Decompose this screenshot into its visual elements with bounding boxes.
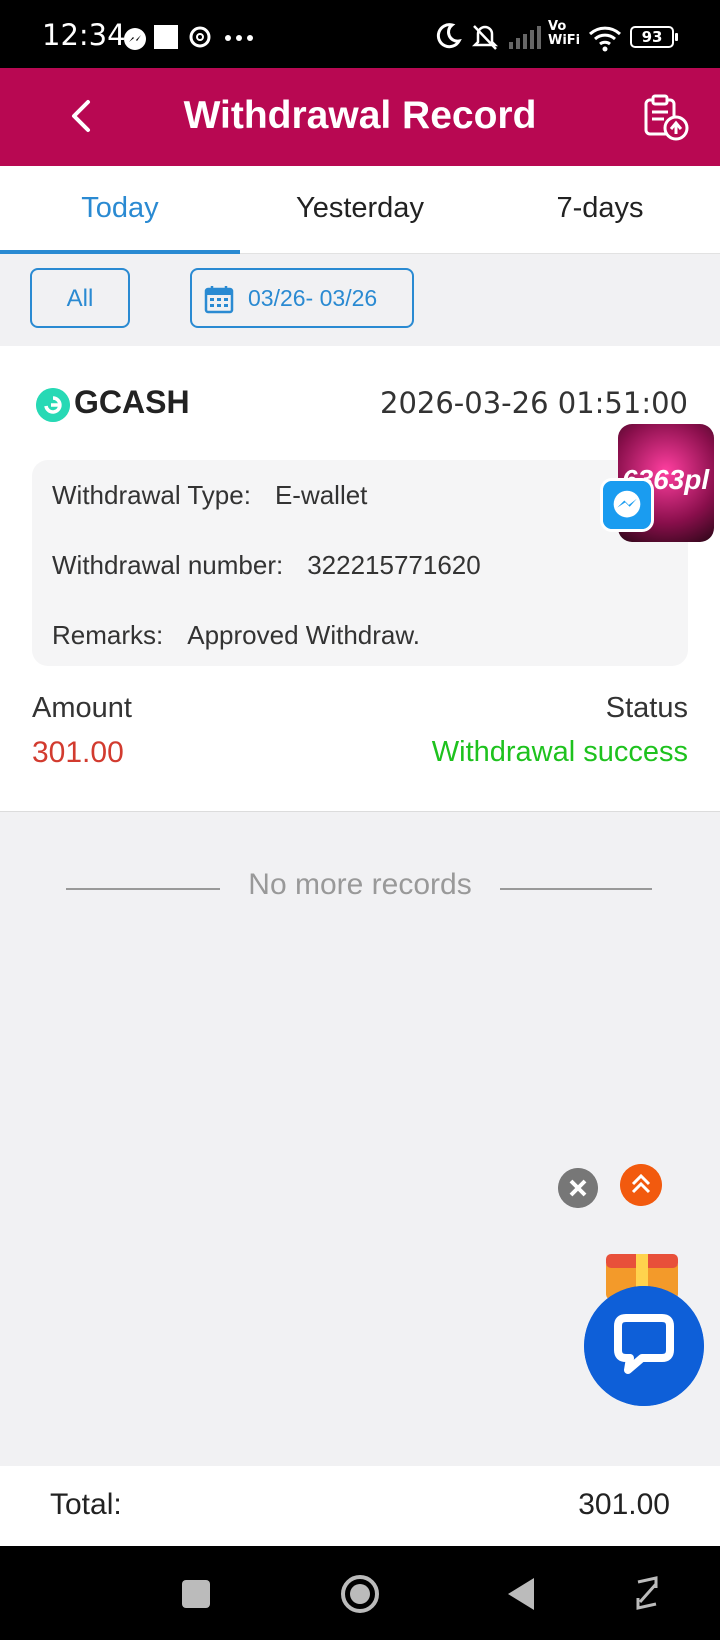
- calendar-icon: [204, 286, 234, 314]
- gcash-logo-icon: [36, 388, 70, 422]
- status-bar: 12:34 Vo WiFi 93: [0, 0, 720, 68]
- remarks-label: Remarks:: [52, 620, 164, 650]
- tab-7-days[interactable]: 7-days: [480, 192, 720, 225]
- wifi-label: WiFi: [548, 33, 581, 48]
- vo-label: Vo: [548, 19, 567, 34]
- tab-yesterday[interactable]: Yesterday: [240, 192, 480, 225]
- signal-icon: [509, 26, 541, 49]
- remarks-value: Approved Withdraw.: [187, 620, 420, 650]
- status-value: Withdrawal success: [431, 736, 688, 768]
- muted-bell-icon: [471, 25, 499, 50]
- do-not-disturb-moon-icon: [436, 23, 462, 49]
- scroll-to-top-icon[interactable]: [620, 1164, 662, 1206]
- withdrawal-number-value: 322215771620: [307, 550, 481, 580]
- remarks-row: Remarks: Approved Withdraw.: [52, 620, 420, 651]
- total-bar: Total: 301.00: [0, 1466, 720, 1546]
- withdrawal-number-label: Withdrawal number:: [52, 550, 284, 580]
- date-tabs: Today Yesterday 7-days: [0, 166, 720, 254]
- date-range-label: 03/26- 03/26: [248, 285, 378, 311]
- withdrawal-type-row: Withdrawal Type: E-wallet: [52, 480, 367, 511]
- app-notification-icon: [154, 25, 178, 49]
- battery-indicator: 93: [630, 26, 678, 48]
- filter-all-button[interactable]: All: [30, 268, 130, 328]
- withdrawal-type-label: Withdrawal Type:: [52, 480, 251, 510]
- total-value: 301.00: [578, 1488, 670, 1521]
- record-details-box: Withdrawal Type: E-wallet Withdrawal numb…: [32, 460, 688, 666]
- tab-today[interactable]: Today: [0, 192, 240, 225]
- system-nav-bar: [0, 1546, 720, 1640]
- messenger-notification-icon: [124, 28, 146, 50]
- payment-method: GCASH: [74, 384, 190, 420]
- divider-right: [500, 888, 652, 890]
- amount-label: Amount: [32, 692, 132, 724]
- more-notifications-icon: [225, 35, 253, 41]
- record-datetime: 2026-03-26 01:51:00: [380, 386, 688, 420]
- clipboard-upload-icon[interactable]: [640, 92, 690, 142]
- rotate-icon[interactable]: [632, 1574, 662, 1612]
- withdrawal-number-row: Withdrawal number: 322215771620: [52, 550, 481, 581]
- date-range-button[interactable]: 03/26- 03/26: [190, 268, 414, 328]
- withdrawal-record-card[interactable]: GCASH 2026-03-26 01:51:00 Withdrawal Typ…: [0, 346, 720, 812]
- messenger-icon[interactable]: [600, 478, 654, 532]
- withdrawal-type-value: E-wallet: [274, 480, 368, 510]
- live-chat-icon[interactable]: [584, 1286, 704, 1406]
- amount-value: 301.00: [32, 736, 124, 769]
- home-icon[interactable]: [340, 1574, 380, 1614]
- page-title: Withdrawal Record: [183, 94, 537, 137]
- clock: 12:34: [42, 18, 126, 52]
- no-more-records: No more records: [248, 868, 472, 901]
- app-header: Withdrawal Record: [0, 68, 720, 166]
- filter-row: All 03/26- 03/26: [0, 254, 720, 346]
- close-float-icon[interactable]: [558, 1168, 598, 1208]
- vowifi-indicator: Vo WiFi: [548, 20, 580, 48]
- status-label: Status: [605, 692, 688, 724]
- threads-icon: [189, 26, 211, 48]
- wifi-icon: [588, 26, 622, 52]
- back-triangle-icon[interactable]: [506, 1576, 538, 1612]
- recent-apps-icon[interactable]: [180, 1578, 212, 1610]
- total-label: Total:: [50, 1488, 122, 1521]
